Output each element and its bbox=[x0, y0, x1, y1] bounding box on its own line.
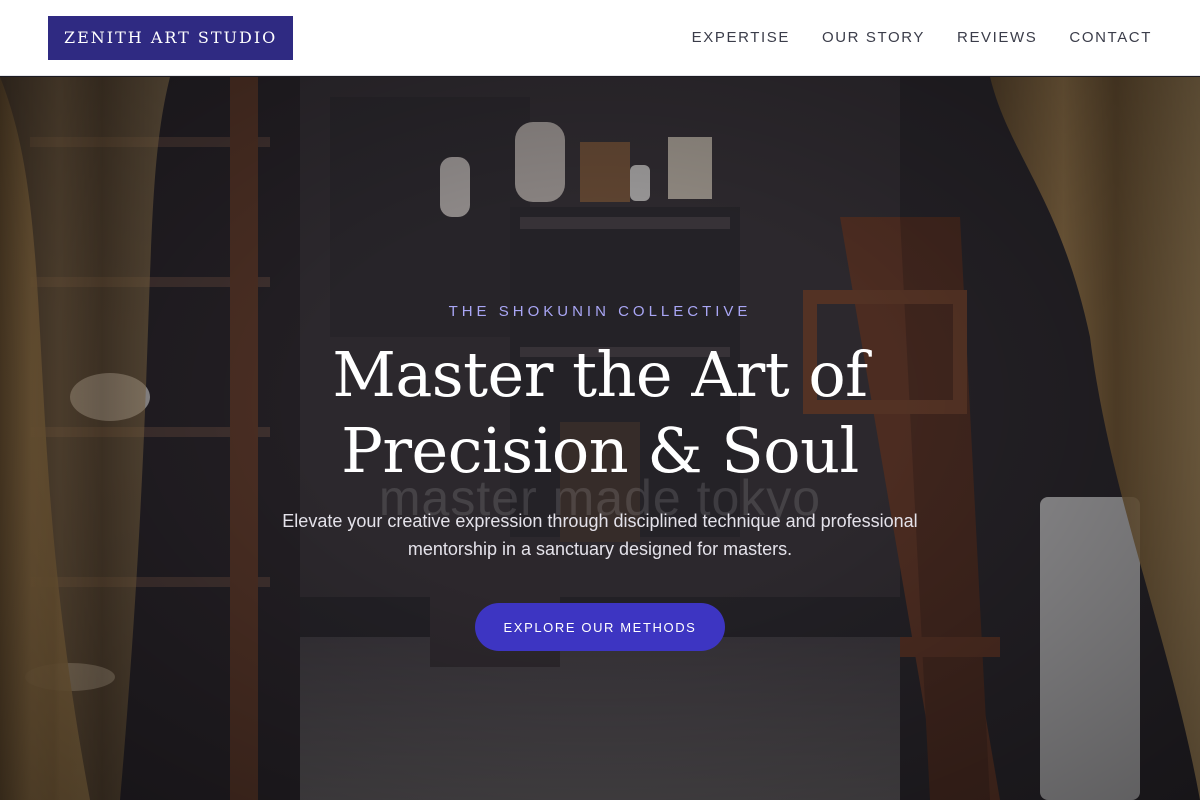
hero-headline-line-2: Precision & Soul bbox=[341, 414, 859, 487]
hero-headline-line-1: Master the Art of bbox=[332, 338, 868, 411]
hero-content: THE SHOKUNIN COLLECTIVE Master the Art o… bbox=[0, 77, 1200, 800]
hero-headline: Master the Art of Precision & Soul bbox=[0, 337, 1200, 489]
nav-link-contact[interactable]: CONTACT bbox=[1069, 29, 1152, 46]
brand-logo[interactable]: ZENITH ART STUDIO bbox=[48, 15, 294, 60]
nav-link-expertise[interactable]: EXPERTISE bbox=[692, 29, 790, 46]
brand-name: ZENITH ART STUDIO bbox=[64, 28, 278, 47]
main-nav: EXPERTISE OUR STORY REVIEWS CONTACT bbox=[692, 29, 1152, 46]
nav-item-contact: CONTACT bbox=[1069, 29, 1152, 46]
nav-item-reviews: REVIEWS bbox=[957, 29, 1037, 46]
hero-eyebrow: THE SHOKUNIN COLLECTIVE bbox=[448, 303, 752, 320]
hero-section: master made tokyo THE SHOKUNIN COLLECTIV… bbox=[0, 77, 1200, 800]
nav-item-expertise: EXPERTISE bbox=[692, 29, 790, 46]
nav-link-our-story[interactable]: OUR STORY bbox=[822, 29, 925, 46]
nav-link-reviews[interactable]: REVIEWS bbox=[957, 29, 1037, 46]
nav-item-our-story: OUR STORY bbox=[822, 29, 925, 46]
hero-subtitle: Elevate your creative expression through… bbox=[282, 511, 918, 559]
site-header: ZENITH ART STUDIO EXPERTISE OUR STORY RE… bbox=[0, 0, 1200, 76]
explore-methods-button[interactable]: EXPLORE OUR METHODS bbox=[475, 603, 725, 651]
